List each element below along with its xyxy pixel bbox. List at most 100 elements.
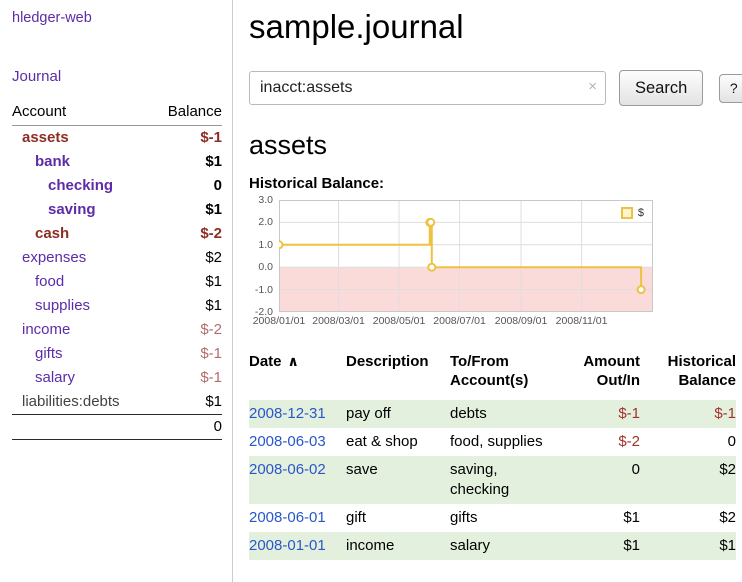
- register-row: 2008-06-03 eat & shop food, supplies $-2…: [249, 428, 736, 456]
- sidebar-account-gifts[interactable]: gifts: [35, 345, 63, 362]
- account-row-supplies: supplies $1: [12, 294, 222, 318]
- register-row: 2008-06-02 save saving, checking 0 $2: [249, 456, 736, 504]
- sidebar-account-food[interactable]: food: [35, 273, 64, 290]
- accounts-header-balance: Balance: [152, 101, 222, 126]
- transaction-accounts: saving, checking: [450, 456, 568, 504]
- transaction-amount: $-2: [568, 428, 640, 456]
- register-row: 2008-06-01 gift gifts $1 $2: [249, 504, 736, 532]
- sidebar-account-assets[interactable]: assets: [22, 129, 69, 146]
- register-row: 2008-12-31 pay off debts $-1 $-1: [249, 400, 736, 428]
- account-balance: $-2: [152, 222, 222, 246]
- x-tick-label: 2008/01/01: [253, 315, 306, 327]
- chart-plot: [279, 200, 653, 312]
- transaction-date-link[interactable]: 2008-12-31: [249, 405, 326, 422]
- account-row-food: food $1: [12, 270, 222, 294]
- y-tick-label: 2.0: [258, 217, 273, 228]
- search-button[interactable]: Search: [619, 70, 703, 106]
- chart-plot-area: $ 2008/01/012008/03/012008/05/012008/07/…: [279, 200, 653, 328]
- account-balance: $1: [152, 198, 222, 222]
- page-title: sample.journal: [249, 8, 742, 46]
- account-heading: assets: [249, 130, 742, 161]
- register-header-balance: Historical Balance: [640, 352, 736, 400]
- transaction-balance: $2: [640, 456, 736, 504]
- accounts-total-balance: 0: [152, 415, 222, 440]
- transaction-amount: 0: [568, 456, 640, 504]
- transaction-description: income: [346, 532, 450, 560]
- accounts-total-row: 0: [12, 415, 222, 440]
- transaction-description: gift: [346, 504, 450, 532]
- account-balance: $2: [152, 246, 222, 270]
- register-table: Date∧ Description To/From Account(s) Amo…: [249, 352, 736, 560]
- account-balance: $-1: [152, 342, 222, 366]
- account-balance: $-1: [152, 126, 222, 151]
- legend-swatch-icon: [621, 207, 633, 219]
- account-row-assets: assets $-1: [12, 126, 222, 151]
- register-header-accounts: To/From Account(s): [450, 352, 568, 400]
- transaction-accounts: food, supplies: [450, 428, 568, 456]
- y-tick-label: 0.0: [258, 262, 273, 273]
- transaction-amount: $1: [568, 532, 640, 560]
- transaction-description: save: [346, 456, 450, 504]
- transaction-description: eat & shop: [346, 428, 450, 456]
- transaction-accounts: salary: [450, 532, 568, 560]
- accounts-table: Account Balance assets $-1 bank $1 check…: [12, 101, 222, 440]
- transaction-date-link[interactable]: 2008-06-01: [249, 509, 326, 526]
- register-header-description: Description: [346, 352, 450, 400]
- x-tick-label: 2008/09/01: [495, 315, 548, 327]
- sidebar-account-saving[interactable]: saving: [48, 201, 96, 218]
- account-row-income: income $-2: [12, 318, 222, 342]
- transaction-balance: $2: [640, 504, 736, 532]
- help-button[interactable]: ?: [719, 74, 742, 103]
- chart-title: Historical Balance:: [249, 175, 742, 192]
- transaction-balance: 0: [640, 428, 736, 456]
- transaction-date-link[interactable]: 2008-06-02: [249, 461, 326, 478]
- chart-legend: $: [618, 206, 647, 220]
- sidebar-account-expenses[interactable]: expenses: [22, 249, 86, 266]
- x-tick-label: 2008/03/01: [312, 315, 365, 327]
- x-tick-label: 2008/11/01: [556, 315, 608, 327]
- sidebar-account-salary[interactable]: salary: [35, 369, 75, 386]
- account-balance: $1: [152, 150, 222, 174]
- accounts-header-row: Account Balance: [12, 101, 222, 126]
- chart-y-axis: 3.02.01.00.0-1.0-2.0: [249, 200, 279, 312]
- clear-search-icon[interactable]: ×: [588, 79, 597, 95]
- date-header-label: Date: [249, 353, 282, 370]
- transaction-date-link[interactable]: 2008-06-03: [249, 433, 326, 450]
- legend-label: $: [638, 207, 644, 219]
- y-tick-label: 1.0: [258, 240, 273, 251]
- account-balance: $1: [152, 294, 222, 318]
- register-header-amount: Amount Out/In: [568, 352, 640, 400]
- sidebar-account-cash[interactable]: cash: [35, 225, 69, 242]
- account-balance: $-1: [152, 366, 222, 390]
- register-row: 2008-01-01 income salary $1 $1: [249, 532, 736, 560]
- sidebar: hledger-web Journal Account Balance asse…: [0, 0, 233, 582]
- accounts-header-account: Account: [12, 101, 152, 126]
- register-header-row: Date∧ Description To/From Account(s) Amo…: [249, 352, 736, 400]
- x-tick-label: 2008/05/01: [373, 315, 426, 327]
- x-tick-label: 2008/07/01: [433, 315, 486, 327]
- sidebar-account-income[interactable]: income: [22, 321, 70, 338]
- account-balance: $1: [152, 270, 222, 294]
- account-row-expenses: expenses $2: [12, 246, 222, 270]
- transaction-amount: $1: [568, 504, 640, 532]
- hledger-web-app: hledger-web Journal Account Balance asse…: [0, 0, 742, 582]
- y-tick-label: -1.0: [255, 285, 273, 296]
- search-input[interactable]: [249, 71, 606, 105]
- account-row-bank: bank $1: [12, 150, 222, 174]
- sidebar-account-bank[interactable]: bank: [35, 153, 70, 170]
- app-title-link[interactable]: hledger-web: [12, 10, 222, 26]
- account-balance: $1: [152, 390, 222, 415]
- sidebar-item-journal[interactable]: Journal: [12, 68, 222, 85]
- chart-x-axis: 2008/01/012008/03/012008/05/012008/07/01…: [279, 312, 653, 328]
- transaction-date-link[interactable]: 2008-01-01: [249, 537, 326, 554]
- account-row-liabilities-debts: liabilities:debts $1: [12, 390, 222, 415]
- register-header-date[interactable]: Date∧: [249, 352, 346, 400]
- sidebar-account-liabilities-debts[interactable]: liabilities:debts: [22, 393, 120, 410]
- search-box: ×: [249, 71, 606, 105]
- sidebar-account-checking[interactable]: checking: [48, 177, 113, 194]
- balance-chart: 3.02.01.00.0-1.0-2.0 $ 2008/01/012008/03…: [249, 200, 742, 328]
- sidebar-account-supplies[interactable]: supplies: [35, 297, 90, 314]
- account-row-saving: saving $1: [12, 198, 222, 222]
- transaction-description: pay off: [346, 400, 450, 428]
- account-row-gifts: gifts $-1: [12, 342, 222, 366]
